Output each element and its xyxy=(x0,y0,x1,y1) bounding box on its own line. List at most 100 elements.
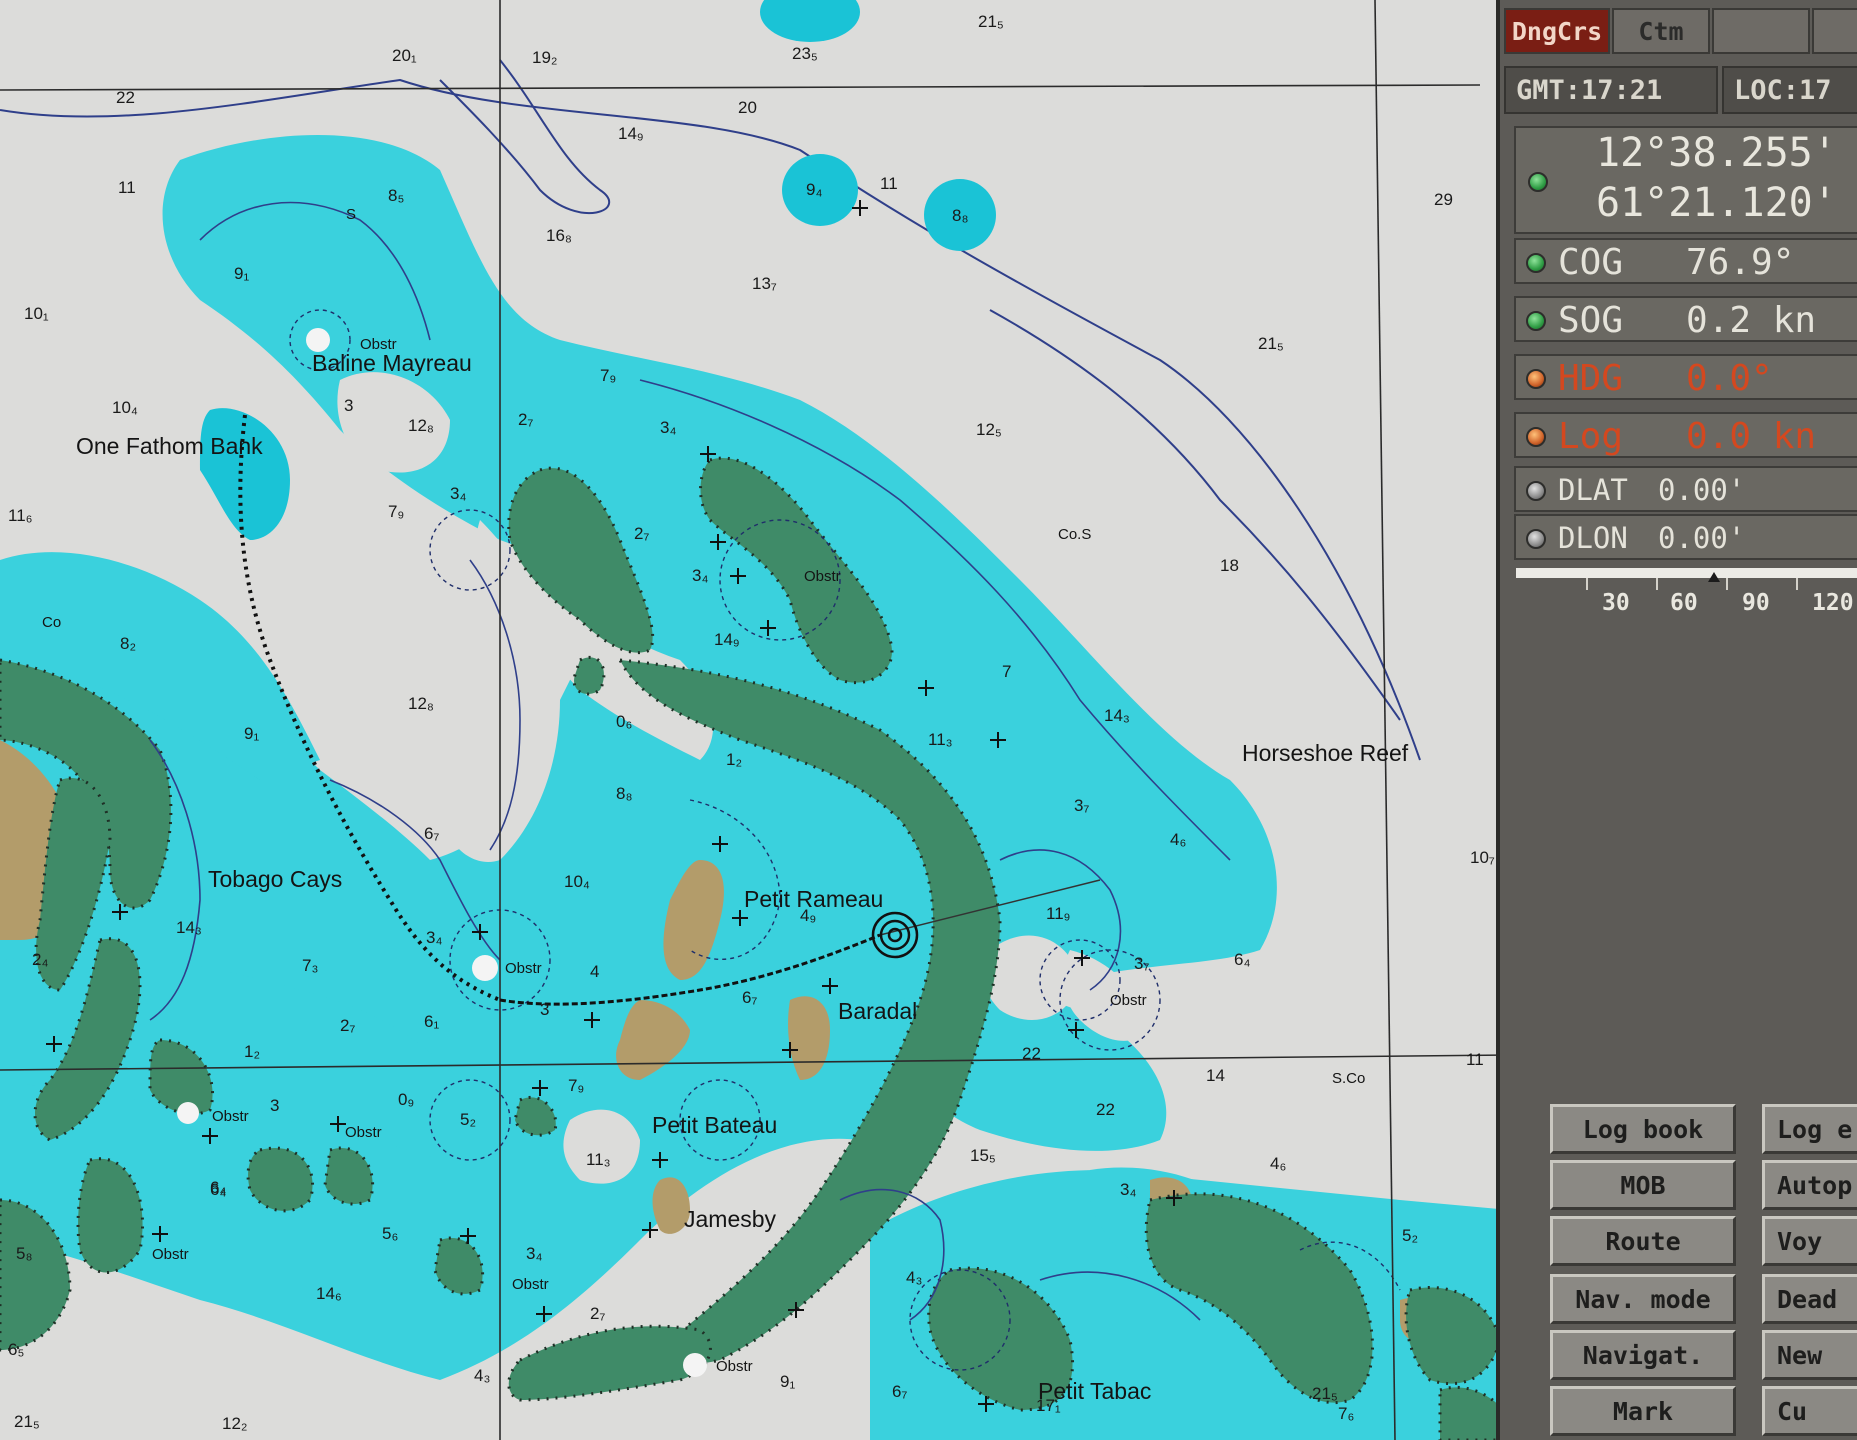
sounding: 11₆ xyxy=(8,506,33,525)
sounding: 3₄ xyxy=(660,418,677,437)
sounding: 3 xyxy=(344,396,354,415)
autopilot-button[interactable]: Autop xyxy=(1762,1160,1857,1210)
sounding: 4₆ xyxy=(1170,830,1187,849)
nautical-chart[interactable]: Baline Mayreau One Fathom Bank Tobago Ca… xyxy=(0,0,1510,1440)
hdg-row: HDG 0.0° xyxy=(1514,354,1857,400)
gmt-clock: GMT:17:21 xyxy=(1504,66,1718,114)
sounding: 4 xyxy=(590,962,600,981)
note-cos: Co.S xyxy=(1058,526,1092,543)
sounding: 14₆ xyxy=(316,1284,342,1303)
sounding: 11₃ xyxy=(928,730,953,749)
dlon-row: DLON 0.00' xyxy=(1514,514,1857,560)
sounding: 7 xyxy=(1002,662,1012,681)
sounding: 8₈ xyxy=(952,206,969,225)
sounding: 14₃ xyxy=(1104,706,1130,725)
note-sco: S.Co xyxy=(1332,1070,1366,1087)
sounding: 1₂ xyxy=(244,1042,261,1061)
navigat-button[interactable]: Navigat. xyxy=(1550,1330,1736,1380)
sog-status-icon xyxy=(1526,311,1546,331)
place-horseshoe-reef: Horseshoe Reef xyxy=(1242,740,1409,766)
log-e-button[interactable]: Log e xyxy=(1762,1104,1857,1154)
dead-reckoning-button[interactable]: Dead xyxy=(1762,1274,1857,1324)
sounding: 3₇ xyxy=(1134,954,1150,973)
hdg-value: 0.0° xyxy=(1686,358,1773,399)
sounding: 17₁ xyxy=(1036,1396,1061,1415)
new-button[interactable]: New xyxy=(1762,1330,1857,1380)
sounding: 10₄ xyxy=(112,398,138,417)
nav-mode-button[interactable]: Nav. mode xyxy=(1550,1274,1736,1324)
sounding: 5₆ xyxy=(382,1224,399,1243)
place-baline-mayreau: Baline Mayreau xyxy=(312,350,472,376)
sounding: 3 xyxy=(270,1096,280,1115)
cog-value: 76.9° xyxy=(1686,242,1795,283)
cu-button[interactable]: Cu xyxy=(1762,1386,1857,1436)
sounding: 3₄ xyxy=(426,928,443,947)
clock-row: GMT:17:21 LOC:17 xyxy=(1502,66,1857,116)
tab-dangerous-course[interactable]: DngCrs xyxy=(1504,8,1610,54)
sounding: 8₂ xyxy=(120,634,137,653)
sounding: 2₇ xyxy=(518,410,534,429)
sounding: 21₅ xyxy=(14,1412,40,1431)
sounding: 2₇ xyxy=(590,1304,606,1323)
note-obstr-2: Obstr xyxy=(804,568,841,585)
sounding: 11 xyxy=(118,178,136,197)
log-row: Log 0.0 kn xyxy=(1514,412,1857,458)
sounding: 5₂ xyxy=(460,1110,477,1129)
sounding: 6₅ xyxy=(8,1340,25,1359)
mark-button[interactable]: Mark xyxy=(1550,1386,1736,1436)
tab-empty[interactable] xyxy=(1712,8,1810,54)
sounding: 22 xyxy=(1096,1100,1115,1119)
note-obstr-4: Obstr xyxy=(1110,992,1147,1009)
tab-empty-2[interactable] xyxy=(1812,8,1857,54)
sounding: 6₄ xyxy=(1234,950,1251,969)
sounding: 0₆ xyxy=(616,712,633,731)
voyage-button[interactable]: Voy xyxy=(1762,1216,1857,1266)
sounding: 21₅ xyxy=(1258,334,1284,353)
sounding: 11₃ xyxy=(586,1150,611,1169)
sounding: 12₂ xyxy=(222,1414,248,1433)
log-book-button[interactable]: Log book xyxy=(1550,1104,1736,1154)
note-obstr-9: Obstr xyxy=(152,1246,189,1263)
tab-ctm[interactable]: Ctm xyxy=(1612,8,1710,54)
sounding: 11 xyxy=(1466,1050,1484,1069)
sog-value: 0.2 kn xyxy=(1686,300,1817,341)
cog-label: COG xyxy=(1558,242,1624,283)
local-clock: LOC:17 xyxy=(1722,66,1857,114)
place-petit-bateau: Petit Bateau xyxy=(652,1112,778,1138)
range-scale[interactable]: 30 60 90 120 xyxy=(1516,568,1857,640)
sounding: 7₉ xyxy=(568,1076,585,1095)
panel-tab-bar: DngCrs Ctm xyxy=(1502,0,1857,60)
sounding: 4₉ xyxy=(800,906,817,925)
sounding: 3₄ xyxy=(1120,1180,1137,1199)
route-button[interactable]: Route xyxy=(1550,1216,1736,1266)
cog-status-icon xyxy=(1526,253,1546,273)
latitude: 12°38.255' xyxy=(1596,130,1837,176)
dlat-row: DLAT 0.00' xyxy=(1514,466,1857,512)
sounding: 3₄ xyxy=(692,566,709,585)
note-obstr-1: Obstr xyxy=(360,336,397,353)
note-obstr-6: Obstr xyxy=(345,1124,382,1141)
hdg-label: HDG xyxy=(1558,358,1624,399)
mob-button[interactable]: MOB xyxy=(1550,1160,1736,1210)
sounding: 7₉ xyxy=(600,366,617,385)
sounding: 6₇ xyxy=(892,1382,908,1401)
sounding: 14₉ xyxy=(618,124,644,143)
dlat-label: DLAT xyxy=(1558,473,1628,507)
sounding: 21₅ xyxy=(978,12,1004,31)
sounding: 0₉ xyxy=(398,1090,415,1109)
sounding: 2₄ xyxy=(32,950,49,969)
sog-row: SOG 0.2 kn xyxy=(1514,296,1857,342)
dlat-status-icon xyxy=(1526,481,1546,501)
sog-label: SOG xyxy=(1558,300,1624,341)
sounding: 6₁ xyxy=(424,1012,440,1031)
dlon-value: 0.00' xyxy=(1658,521,1746,555)
sounding: 9₄ xyxy=(806,180,823,199)
scale-tick-mark xyxy=(1726,578,1728,590)
sounding: 8₅ xyxy=(388,186,405,205)
note-co: Co xyxy=(42,614,62,631)
note-obstr-7: Obstr xyxy=(512,1276,549,1293)
sounding: 12₅ xyxy=(976,420,1002,439)
place-tobago-cays: Tobago Cays xyxy=(208,866,343,892)
ecdis-screen: Baline Mayreau One Fathom Bank Tobago Ca… xyxy=(0,0,1857,1440)
place-one-fathom-bank: One Fathom Bank xyxy=(76,433,263,459)
